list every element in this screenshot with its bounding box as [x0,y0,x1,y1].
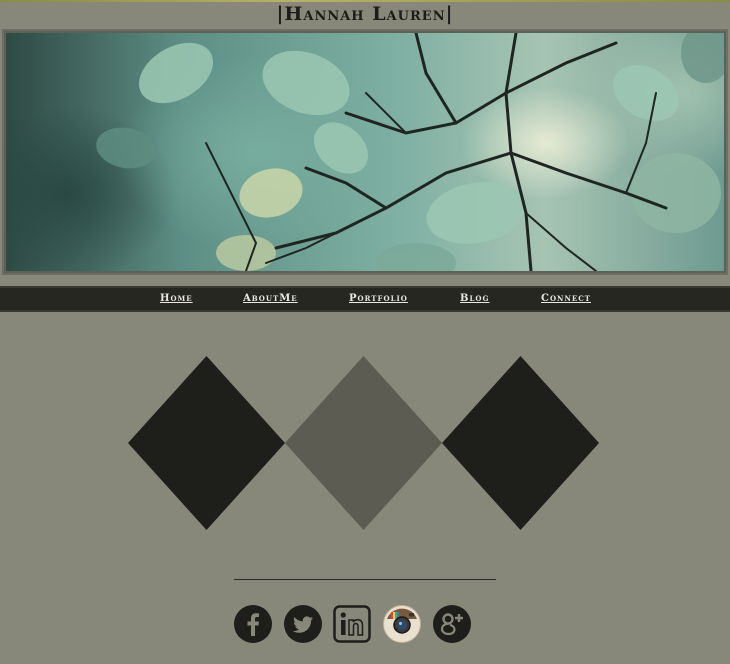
twitter-icon[interactable] [284,605,322,643]
banner-image [6,33,724,271]
diamond-center [285,356,442,530]
nav-about-me-link[interactable]: AboutMe [243,293,298,304]
facebook-icon[interactable] [234,605,272,643]
nav-portfolio-link[interactable]: Portfolio [349,293,408,304]
google-plus-icon[interactable] [433,605,471,643]
branches-leaves-illustration [96,33,724,271]
top-accent-line [0,0,730,2]
site-title: |Hannah Lauren| [276,3,454,25]
instagram-icon[interactable] [383,605,421,643]
diamond-right [442,356,599,530]
footer-divider [234,579,496,580]
nav-home-link[interactable]: Home [160,293,193,304]
nav-connect-link[interactable]: Connect [541,293,591,304]
main-navigation: Home AboutMe Portfolio Blog Connect [0,286,730,312]
banner-frame [2,29,728,275]
diamond-left [128,356,285,530]
linkedin-icon[interactable] [333,605,371,643]
nav-blog-link[interactable]: Blog [460,293,489,304]
